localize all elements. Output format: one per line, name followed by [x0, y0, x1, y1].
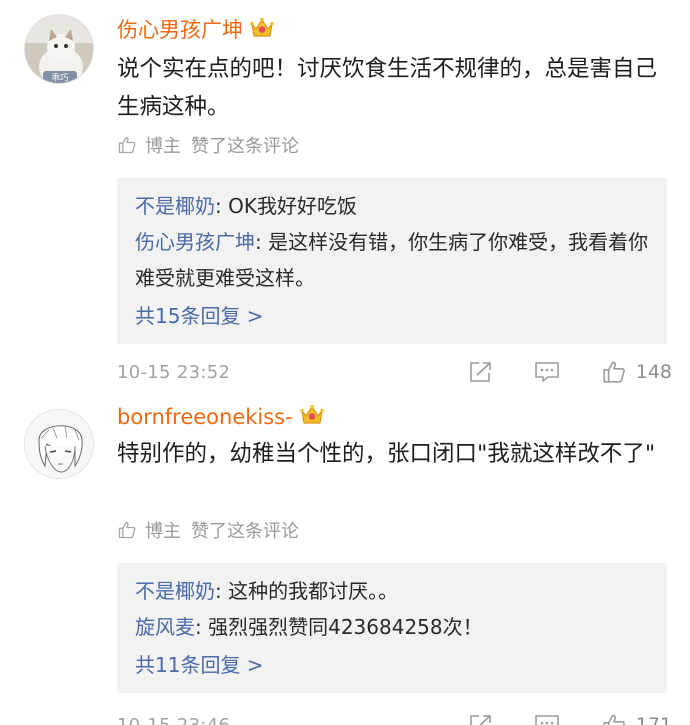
replies-box[interactable]: 不是椰奶: 这种的我都讨厌。。 旋风麦: 强烈强烈赞同423684258次！ 共…	[117, 563, 667, 693]
author-label: 博主	[145, 136, 181, 157]
thumbs-up-icon	[603, 361, 625, 383]
comment-item: 乖巧 伤心男孩广坤 说个实在点的吧！讨厌饮食生活不规律的，总是害自己生病这种。 …	[0, 0, 690, 395]
replies-box[interactable]: 不是椰奶: OK我好好吃饭 伤心男孩广坤: 是这样没有错，你生病了你难受，我看着…	[117, 178, 667, 344]
comment-text: 特别作的，幼稚当个性的，张口闭口"我就这样改不了"	[117, 441, 656, 467]
comment-time: 10-15 23:46	[117, 714, 231, 725]
username-text[interactable]: 伤心男孩广坤	[117, 18, 243, 42]
avatar[interactable]	[24, 409, 94, 479]
avatar[interactable]: 乖巧	[24, 14, 94, 84]
thumbs-up-icon	[118, 136, 136, 154]
comment-item: bornfreeonekiss- 特别作的，幼稚当个性的，张口闭口"我就这样改不…	[0, 395, 690, 725]
thumbs-up-icon	[118, 521, 136, 539]
reply-item[interactable]: 伤心男孩广坤: 是这样没有错，你生病了你难受，我看着你难受就更难受这样。	[135, 224, 649, 296]
author-label: 博主	[145, 521, 181, 542]
comment-meta-row: 10-15 23:52 148	[117, 357, 672, 387]
more-replies-link[interactable]: 共15条回复 >	[135, 298, 649, 334]
comment-text: 说个实在点的吧！讨厌饮食生活不规律的，总是害自己生病这种。	[117, 56, 658, 120]
thumbs-up-icon	[603, 714, 625, 725]
vip-crown-icon	[250, 17, 274, 37]
reply-item[interactable]: 旋风麦: 强烈强烈赞同423684258次！	[135, 609, 649, 645]
comment-username[interactable]: 伤心男孩广坤	[117, 14, 275, 44]
share-button[interactable]	[468, 360, 494, 384]
share-icon	[469, 362, 491, 382]
share-icon	[469, 715, 491, 725]
reply-text: : 强烈强烈赞同423684258次！	[195, 615, 483, 639]
author-liked-row: 博主 赞了这条评论	[117, 132, 299, 158]
vip-crown-icon	[299, 404, 324, 424]
liked-label: 赞了这条评论	[191, 521, 299, 542]
like-count: 171	[635, 714, 672, 725]
comment-icon	[534, 715, 559, 725]
liked-label: 赞了这条评论	[191, 136, 299, 157]
comment-button[interactable]	[534, 360, 560, 384]
comment-time: 10-15 23:52	[117, 361, 231, 383]
more-replies-link[interactable]: 共11条回复 >	[135, 647, 649, 683]
avatar-caption: 乖巧	[51, 73, 69, 84]
reply-username[interactable]: 不是椰奶	[135, 194, 215, 218]
like-button[interactable]: 171	[600, 712, 672, 725]
like-count: 148	[635, 361, 672, 383]
username-text[interactable]: bornfreeonekiss-	[117, 405, 293, 429]
reply-text: : 这种的我都讨厌。。	[215, 579, 399, 603]
anime-avatar-image	[25, 410, 93, 478]
comment-icon	[534, 362, 559, 382]
share-button[interactable]	[468, 713, 494, 725]
comment-button[interactable]	[534, 713, 560, 725]
author-liked-row: 博主 赞了这条评论	[117, 517, 299, 543]
reply-text: : OK我好好吃饭	[215, 194, 357, 218]
comment-username[interactable]: bornfreeonekiss-	[117, 403, 325, 429]
reply-item[interactable]: 不是椰奶: OK我好好吃饭	[135, 188, 649, 224]
like-button[interactable]: 148	[600, 359, 672, 385]
reply-username[interactable]: 伤心男孩广坤	[135, 230, 255, 254]
reply-username[interactable]: 旋风麦	[135, 615, 195, 639]
cat-avatar-image: 乖巧	[25, 15, 93, 84]
reply-username[interactable]: 不是椰奶	[135, 579, 215, 603]
reply-item[interactable]: 不是椰奶: 这种的我都讨厌。。	[135, 573, 649, 609]
comment-meta-row: 10-15 23:46 171	[117, 710, 672, 725]
